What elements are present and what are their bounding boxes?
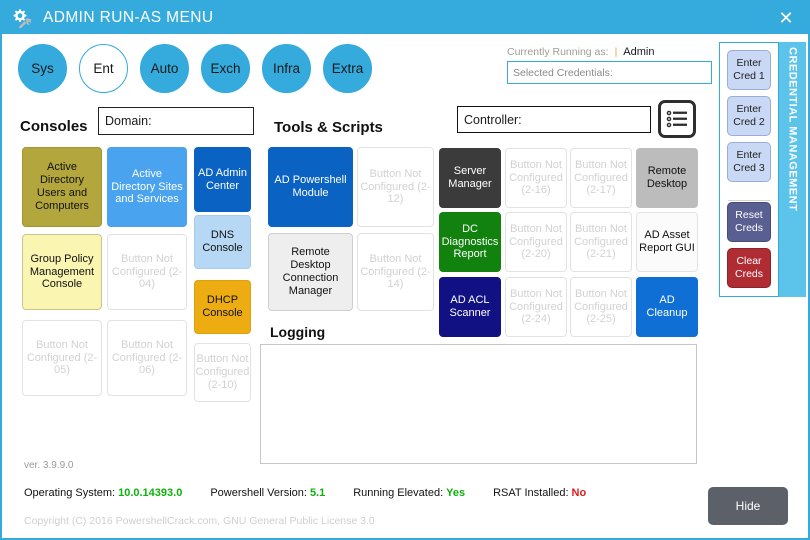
button-button-not-configured-2-24: Button Not Configured (2-24): [505, 277, 567, 337]
status-powershell-version-label: Powershell Version:: [210, 487, 307, 499]
button-button-not-configured-2-25: Button Not Configured (2-25): [570, 277, 632, 337]
status-operating-system-label: Operating System:: [24, 487, 116, 499]
list-view-icon[interactable]: [658, 100, 696, 138]
status-running-elevated-label: Running Elevated:: [353, 487, 444, 499]
button-group-policy-management-console[interactable]: Group Policy Management Console: [22, 234, 102, 310]
domain-input[interactable]: Domain:: [98, 107, 254, 135]
button-ad-acl-scanner[interactable]: AD ACL Scanner: [439, 277, 501, 337]
button-dns-console[interactable]: DNS Console: [194, 215, 251, 269]
tab-extra[interactable]: Extra: [323, 44, 372, 93]
running-as-separator: |: [614, 46, 618, 58]
credential-divider: [728, 200, 770, 201]
button-button-not-configured-2-16: Button Not Configured (2-16): [505, 148, 567, 208]
currently-running-as: Currently Running as: | Admin: [507, 46, 654, 58]
button-dhcp-console[interactable]: DHCP Console: [194, 280, 251, 334]
button-enter-cred-2[interactable]: Enter Cred 2: [727, 96, 771, 136]
button-server-manager[interactable]: Server Manager: [439, 148, 501, 208]
title-bar: ADMIN RUN-AS MENU ✕: [2, 2, 808, 34]
tab-infra[interactable]: Infra: [262, 44, 311, 93]
admin-runas-window: ADMIN RUN-AS MENU ✕ Sys Ent Auto Exch Infra E…: [0, 0, 810, 540]
button-button-not-configured-2-21: Button Not Configured (2-21): [570, 212, 632, 272]
button-enter-cred-1[interactable]: Enter Cred 1: [727, 50, 771, 90]
button-button-not-configured-2-04: Button Not Configured (2-04): [107, 234, 187, 310]
gear-wrench-icon: [7, 5, 37, 31]
tab-bar: Sys Ent Auto Exch Infra Extra: [18, 44, 372, 93]
version-label: ver. 3.9.9.0: [24, 460, 74, 471]
button-ad-admin-center[interactable]: AD Admin Center: [194, 147, 251, 212]
window-title: ADMIN RUN-AS MENU: [43, 9, 214, 26]
status-powershell-version-value: 5.1: [309, 487, 326, 499]
button-button-not-configured-2-06: Button Not Configured (2-06): [107, 320, 187, 396]
button-clear-creds[interactable]: Clear Creds: [727, 248, 771, 288]
tab-ent[interactable]: Ent: [79, 44, 128, 93]
button-button-not-configured-2-14: Button Not Configured (2-14): [357, 233, 434, 311]
button-remote-desktop-connection-manager[interactable]: Remote Desktop Connection Manager: [268, 233, 353, 311]
domain-input-value: Domain:: [105, 114, 152, 128]
copyright-label: Copyright (C) 2016 PowershellCrack.com, …: [24, 515, 375, 527]
tab-exch[interactable]: Exch: [201, 44, 250, 93]
button-button-not-configured-2-12: Button Not Configured (2-12): [357, 147, 434, 227]
tab-sys[interactable]: Sys: [18, 44, 67, 93]
close-icon[interactable]: ✕: [768, 2, 804, 34]
status-operating-system: Operating System: 10.0.14393.0: [24, 487, 182, 499]
logging-output[interactable]: [260, 344, 697, 464]
button-button-not-configured-2-17: Button Not Configured (2-17): [570, 148, 632, 208]
tools-scripts-heading: Tools & Scripts: [274, 119, 383, 136]
status-running-elevated: Running Elevated: Yes: [353, 487, 465, 499]
controller-input-value: Controller:: [464, 112, 522, 127]
button-ad-cleanup[interactable]: AD Cleanup: [636, 277, 698, 337]
status-rsat-installed-label: RSAT Installed:: [493, 487, 569, 499]
button-button-not-configured-2-05: Button Not Configured (2-05): [22, 320, 102, 396]
status-rsat-installed: RSAT Installed: No: [493, 487, 586, 499]
button-button-not-configured-2-10: Button Not Configured (2-10): [194, 343, 251, 402]
button-ad-asset-report-gui[interactable]: AD Asset Report GUI: [636, 212, 698, 272]
credential-strip-label: CREDENTIAL MANAGEMENT: [786, 47, 799, 212]
status-running-elevated-value: Yes: [446, 487, 466, 499]
button-enter-cred-3[interactable]: Enter Cred 3: [727, 142, 771, 182]
selected-credentials-placeholder: Selected Credentials:: [513, 66, 613, 79]
running-as-value: Admin: [623, 46, 655, 58]
status-bar: Operating System: 10.0.14393.0 Powershell …: [24, 487, 614, 499]
button-button-not-configured-2-20: Button Not Configured (2-20): [505, 212, 567, 272]
button-remote-desktop[interactable]: Remote Desktop: [636, 148, 698, 208]
status-rsat-installed-value: No: [571, 487, 587, 499]
button-dc-diagnostics-report[interactable]: DC Diagnostics Report: [439, 212, 501, 272]
tab-auto[interactable]: Auto: [140, 44, 189, 93]
hide-button[interactable]: Hide: [708, 487, 788, 525]
consoles-heading: Consoles: [20, 118, 88, 135]
button-ad-powershell-module[interactable]: AD Powershell Module: [268, 147, 353, 227]
button-active-directory-sites-and-services[interactable]: Active Directory Sites and Services: [107, 147, 187, 227]
controller-input[interactable]: Controller:: [457, 106, 651, 133]
button-active-directory-users-and-computers[interactable]: Active Directory Users and Computers: [22, 147, 102, 227]
status-powershell-version: Powershell Version: 5.1: [210, 487, 325, 499]
button-reset-creds[interactable]: Reset Creds: [727, 202, 771, 242]
status-operating-system-value: 10.0.14393.0: [118, 487, 183, 499]
logging-heading: Logging: [270, 324, 326, 340]
credential-management-strip: CREDENTIAL MANAGEMENT: [779, 42, 806, 297]
selected-credentials-input[interactable]: Selected Credentials:: [507, 61, 712, 84]
running-as-label: Currently Running as:: [507, 46, 609, 58]
